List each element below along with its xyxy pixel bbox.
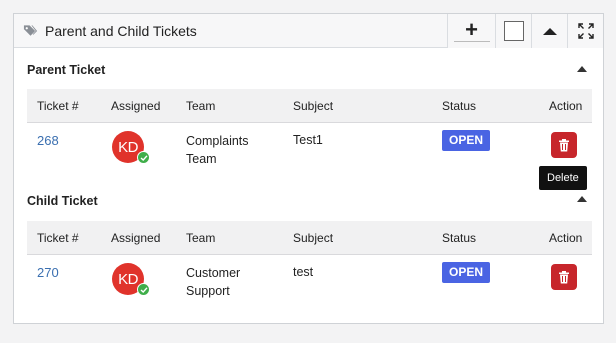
online-check-icon — [137, 283, 150, 296]
avatar-initials: KD — [118, 270, 138, 288]
trash-icon — [559, 270, 569, 283]
table-row: 270 KD Customer Support test OPEN — [27, 255, 592, 319]
team-line-2: Team — [186, 152, 217, 166]
delete-button[interactable] — [551, 132, 577, 158]
col-status: Status — [442, 231, 477, 245]
select-checkbox-button[interactable] — [495, 14, 531, 48]
col-status: Status — [442, 99, 477, 113]
col-team: Team — [186, 99, 216, 113]
team-line-1: Customer — [186, 266, 241, 280]
col-ticket-number: Ticket # — [37, 231, 79, 245]
tags-icon — [23, 25, 38, 36]
col-subject: Subject — [293, 231, 334, 245]
subject-text: test — [293, 265, 314, 279]
plus-icon: + — [465, 17, 478, 42]
divider — [454, 41, 490, 42]
avatar-initials: KD — [118, 138, 138, 156]
col-ticket-number: Ticket # — [37, 99, 79, 113]
child-ticket-heading: Child Ticket — [27, 194, 98, 208]
trash-icon — [559, 138, 569, 151]
checkbox-square-icon — [503, 21, 524, 41]
panel-title: Parent and Child Tickets — [45, 23, 197, 39]
collapse-parent-caret-icon[interactable] — [577, 66, 587, 72]
team-name: Customer Support — [186, 264, 266, 300]
team-line-1: Complaints — [186, 134, 249, 148]
parent-ticket-heading: Parent Ticket — [27, 63, 106, 77]
col-action: Action — [549, 99, 583, 113]
col-assigned: Assigned — [111, 99, 161, 113]
add-ticket-button[interactable]: + — [447, 14, 495, 48]
col-team: Team — [186, 231, 216, 245]
triangle-up-icon — [542, 27, 557, 35]
parent-ticket-table: Ticket # Assigned Team Subject Status Ac… — [27, 89, 592, 187]
col-assigned: Assigned — [111, 231, 161, 245]
status-badge[interactable]: OPEN — [442, 130, 491, 151]
table-header: Ticket # Assigned Team Subject Status Ac… — [27, 221, 592, 255]
table-header: Ticket # Assigned Team Subject Status Ac… — [27, 89, 592, 123]
ticket-number-link[interactable]: 270 — [37, 265, 59, 280]
collapse-child-caret-icon[interactable] — [577, 196, 587, 202]
subject-text: Test1 — [293, 133, 323, 147]
ticket-number-link[interactable]: 268 — [37, 133, 59, 148]
parent-child-tickets-panel: Parent and Child Tickets + Parent Ticket… — [13, 13, 604, 324]
fullscreen-button[interactable] — [567, 14, 603, 48]
collapse-panel-button[interactable] — [531, 14, 567, 48]
child-ticket-table: Ticket # Assigned Team Subject Status Ac… — [27, 221, 592, 319]
delete-button[interactable] — [551, 264, 577, 290]
team-name: Complaints Team — [186, 132, 266, 168]
table-row: 268 KD Complaints Team Test1 OPEN — [27, 123, 592, 187]
col-action: Action — [549, 231, 583, 245]
team-line-2: Support — [186, 284, 230, 298]
expand-icon — [577, 23, 594, 39]
panel-header: Parent and Child Tickets + — [14, 14, 603, 48]
online-check-icon — [137, 151, 150, 164]
status-badge[interactable]: OPEN — [442, 262, 491, 283]
col-subject: Subject — [293, 99, 334, 113]
delete-tooltip: Delete — [539, 166, 587, 190]
